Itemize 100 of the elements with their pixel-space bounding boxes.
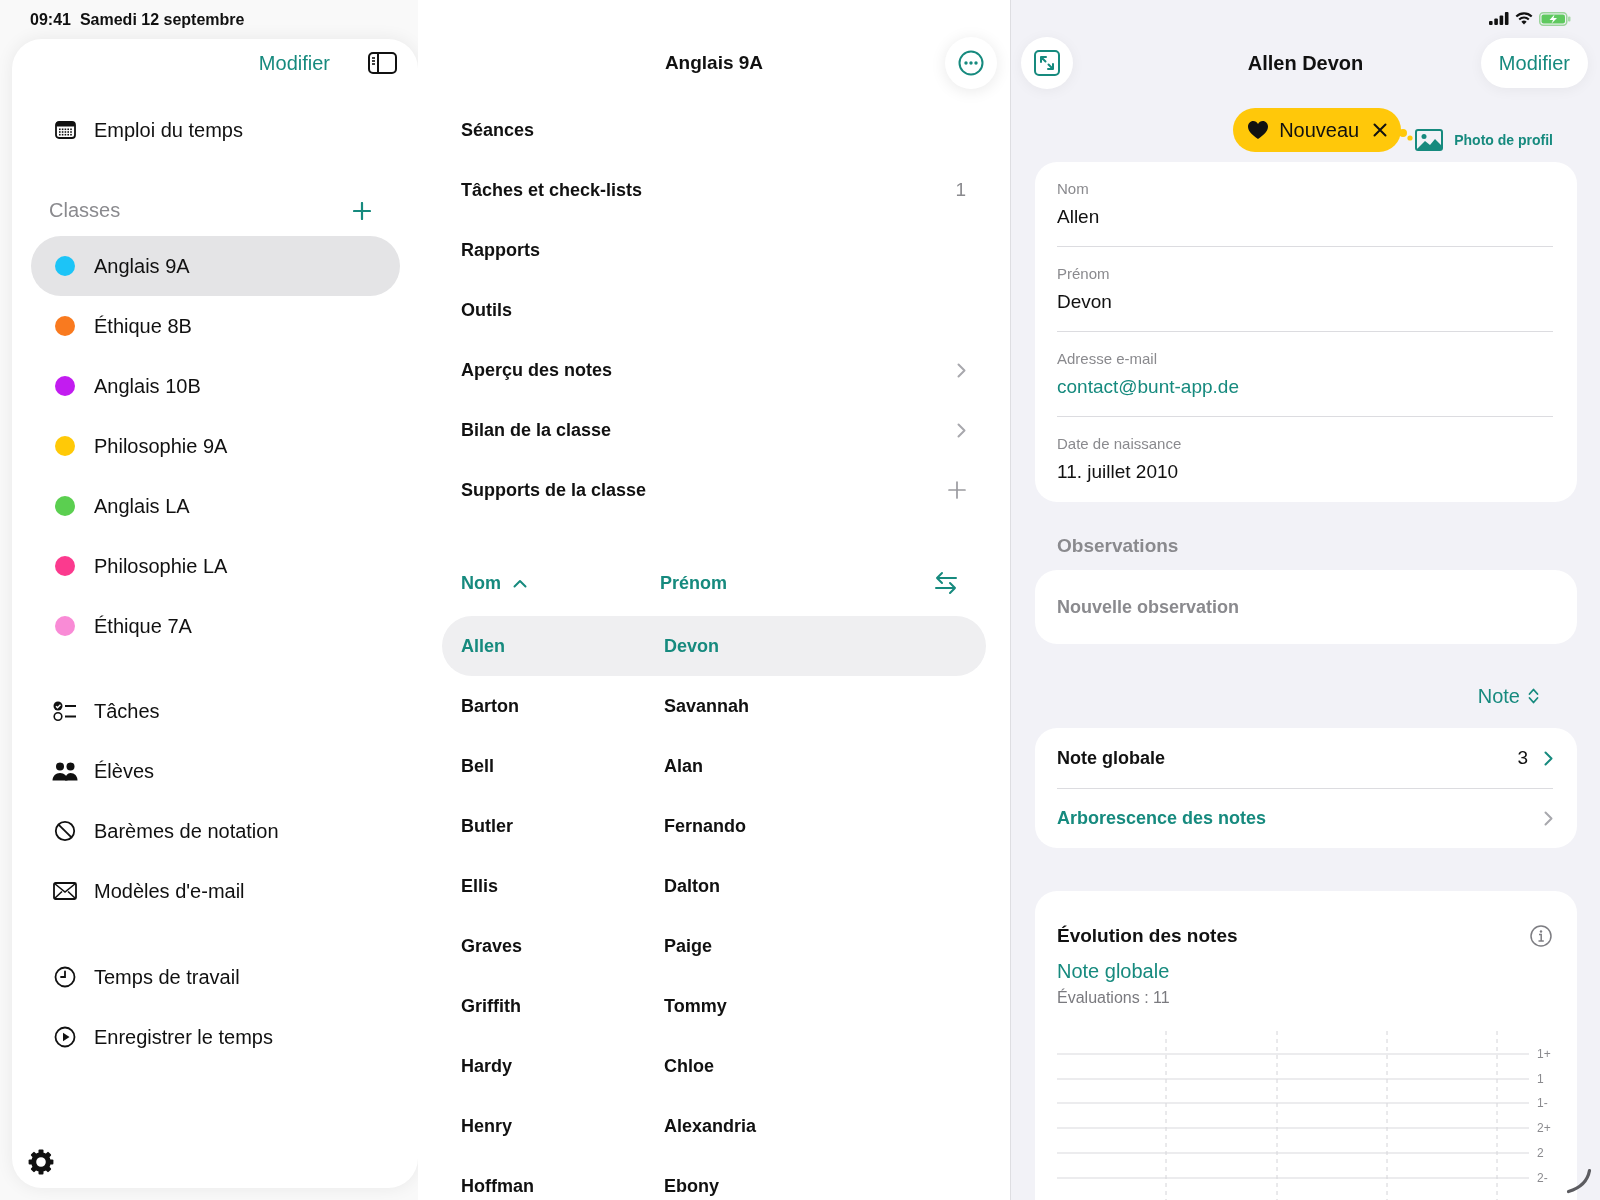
- signal-icon: [1489, 12, 1509, 25]
- student-row[interactable]: Barton Savannah: [442, 676, 986, 736]
- add-icon[interactable]: [353, 201, 371, 220]
- heart-icon: [1247, 120, 1270, 140]
- class-item[interactable]: Philosophie LA: [31, 536, 400, 596]
- wifi-icon: [1515, 12, 1533, 25]
- add-icon[interactable]: [948, 481, 966, 499]
- panel-title: Anglais 9A: [664, 52, 764, 74]
- more-icon: [958, 50, 984, 76]
- axis-label: 2+: [1537, 1121, 1551, 1135]
- menu-item[interactable]: Tâches et check-lists 1: [418, 160, 1010, 220]
- count-label: 1: [955, 179, 966, 201]
- axis-label: 1+: [1537, 1047, 1551, 1061]
- field-label: Date de naissance: [1057, 435, 1182, 452]
- student-row[interactable]: Bell Alan: [442, 736, 986, 796]
- nav-item[interactable]: Modèles d'e-mail: [31, 861, 400, 921]
- panel-title: Allen Devon: [1247, 51, 1364, 75]
- first-name: Dalton: [664, 875, 720, 897]
- last-name: Ellis: [461, 876, 499, 896]
- field-value: Devon: [1057, 291, 1112, 312]
- first-name: Savannah: [664, 695, 750, 717]
- nav-item[interactable]: Barèmes de notation: [31, 801, 400, 861]
- last-name: Allen: [461, 636, 505, 656]
- menu-item[interactable]: Rapports: [418, 220, 1010, 280]
- class-item[interactable]: Anglais LA: [31, 476, 400, 536]
- nav-item[interactable]: Tâches: [31, 681, 400, 741]
- axis-label: 2-: [1537, 1171, 1548, 1185]
- grade-row[interactable]: Note globale 3: [1057, 728, 1553, 788]
- corner-handle-icon[interactable]: [1566, 1168, 1592, 1194]
- email-link[interactable]: contact@bunt-app.de: [1057, 376, 1239, 397]
- student-row[interactable]: Graves Paige: [442, 916, 986, 976]
- last-name: Bell: [461, 756, 494, 776]
- battery-icon: [1539, 11, 1571, 26]
- field-label: Prénom: [1057, 265, 1110, 282]
- menu-item[interactable]: Outils: [418, 280, 1010, 340]
- menu-item[interactable]: Bilan de la classe: [418, 400, 1010, 460]
- chevron-icon: [957, 422, 966, 438]
- photo-button[interactable]: Photo de profil: [1415, 128, 1553, 151]
- class-item[interactable]: Éthique 7A: [31, 596, 400, 656]
- first-name: Paige: [664, 935, 713, 957]
- observation-field[interactable]: Nouvelle observation: [1035, 570, 1577, 644]
- column-header[interactable]: Prénom: [660, 572, 935, 594]
- clock-icon: [54, 966, 76, 988]
- first-name: Tommy: [664, 995, 727, 1017]
- edit-button[interactable]: Modifier: [1480, 38, 1588, 88]
- nav-item[interactable]: Enregistrer le temps: [31, 1007, 400, 1067]
- slashed-circle-icon: [54, 820, 76, 842]
- tag-label: Nouveau: [1279, 118, 1360, 142]
- last-name: Hoffman: [461, 1176, 534, 1196]
- swap-icon[interactable]: [935, 571, 957, 595]
- nav-item[interactable]: Élèves: [31, 741, 400, 801]
- last-name: Butler: [461, 816, 513, 836]
- first-name: Alan: [664, 755, 703, 777]
- section-header: Classes: [49, 199, 121, 222]
- last-name: Hardy: [461, 1056, 513, 1076]
- student-row[interactable]: Ellis Dalton: [442, 856, 986, 916]
- class-item[interactable]: Anglais 9A: [31, 236, 400, 296]
- class-item[interactable]: Éthique 8B: [31, 296, 400, 356]
- first-name: Devon: [664, 635, 719, 657]
- first-name: Alexandria: [664, 1115, 757, 1137]
- grade-picker[interactable]: Note: [1477, 684, 1539, 708]
- edit-button[interactable]: Modifier: [258, 51, 330, 75]
- student-row[interactable]: Allen Devon: [442, 616, 986, 676]
- column-header[interactable]: Nom: [461, 572, 660, 594]
- student-row[interactable]: Griffith Tommy: [442, 976, 986, 1036]
- first-name: Chloe: [664, 1055, 714, 1077]
- axis-label: 1: [1537, 1072, 1544, 1086]
- envelope-icon: [53, 882, 77, 900]
- calendar-icon: [54, 121, 76, 139]
- info-icon[interactable]: [1530, 925, 1552, 947]
- caret-icon: [513, 578, 527, 588]
- section-header: Observations: [1057, 535, 1179, 556]
- sidebar-toggle-icon[interactable]: [368, 52, 397, 74]
- class-item[interactable]: Philosophie 9A: [31, 416, 400, 476]
- evaluation-count: Évaluations : 11: [1057, 989, 1170, 1006]
- more-button[interactable]: [945, 37, 997, 89]
- settings-icon[interactable]: [28, 1149, 54, 1175]
- student-row[interactable]: Hoffman Ebony: [442, 1156, 986, 1197]
- field-label: Nom: [1057, 180, 1089, 197]
- last-name: Griffith: [461, 996, 521, 1016]
- play-circle-icon: [54, 1026, 76, 1048]
- nav-item[interactable]: Emploi du temps: [31, 100, 400, 160]
- class-item[interactable]: Anglais 10B: [31, 356, 400, 416]
- menu-item[interactable]: Aperçu des notes: [418, 340, 1010, 400]
- expand-icon: [1034, 50, 1060, 76]
- close-icon[interactable]: [1373, 123, 1388, 137]
- field-value: Allen: [1057, 206, 1100, 227]
- menu-item[interactable]: Supports de la classe: [418, 460, 1010, 520]
- menu-item[interactable]: Séances: [418, 100, 1010, 160]
- expand-button[interactable]: [1021, 37, 1073, 89]
- series-label: Note globale: [1057, 960, 1170, 982]
- student-row[interactable]: Hardy Chloe: [442, 1036, 986, 1096]
- student-row[interactable]: Butler Fernando: [442, 796, 986, 856]
- nav-item[interactable]: Temps de travail: [31, 947, 400, 1007]
- link-row[interactable]: Arborescence des notes: [1057, 788, 1553, 848]
- checklist-icon: [53, 700, 77, 722]
- last-name: Henry: [461, 1116, 513, 1136]
- status-time: 09:41: [30, 10, 71, 29]
- student-row[interactable]: Henry Alexandria: [442, 1096, 986, 1156]
- last-name: Graves: [461, 936, 523, 956]
